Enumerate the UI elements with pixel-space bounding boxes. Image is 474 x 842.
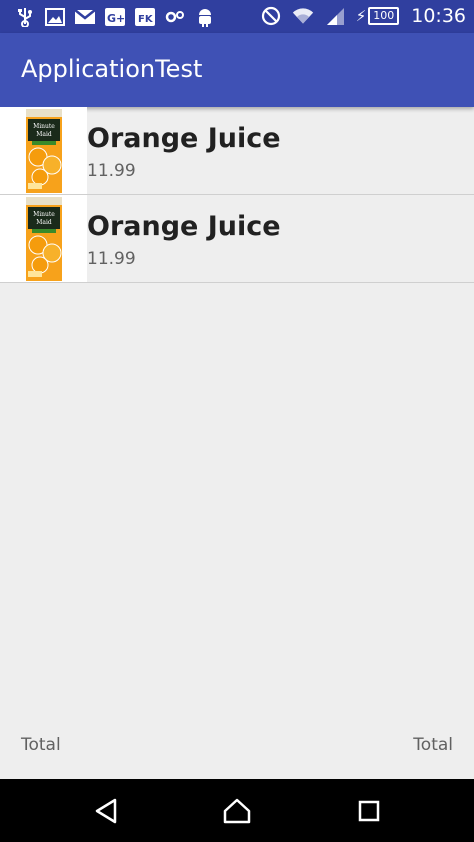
product-price: 11.99	[87, 161, 136, 181]
orange-juice-carton-icon: Minute Maid	[26, 109, 62, 193]
settings-sync-icon	[164, 6, 186, 28]
usb-icon	[14, 6, 36, 28]
total-label-left: Total	[21, 735, 61, 755]
svg-text:Minute: Minute	[33, 123, 55, 130]
product-name: Orange Juice	[87, 211, 281, 242]
total-label-right: Total	[413, 735, 453, 755]
product-thumbnail: Minute Maid	[0, 107, 87, 194]
app-title: ApplicationTest	[21, 55, 203, 83]
svg-text:Maid: Maid	[36, 219, 52, 226]
system-icons: ⚡ 100 10:36	[260, 5, 466, 27]
android-icon	[194, 6, 216, 28]
svg-text:Minute: Minute	[33, 211, 55, 218]
image-icon	[44, 6, 66, 28]
totals-bar: Total Total	[0, 735, 474, 759]
orange-juice-carton-icon: Minute Maid	[26, 197, 62, 281]
battery-charging-icon: ⚡ 100	[356, 7, 400, 25]
svg-text:FK: FK	[138, 14, 154, 25]
do-not-disturb-icon	[260, 5, 282, 27]
status-bar: G+ FK ⚡ 100 10:36	[0, 0, 474, 33]
recents-icon[interactable]	[354, 796, 384, 826]
cell-signal-icon	[324, 5, 346, 27]
product-price: 11.99	[87, 249, 136, 269]
clock: 10:36	[411, 5, 466, 27]
product-name: Orange Juice	[87, 123, 281, 154]
list-item[interactable]: Minute Maid Orange Juice 11.99	[0, 195, 474, 283]
home-icon[interactable]	[222, 796, 252, 826]
gmail-icon	[74, 6, 96, 28]
fk-icon: FK	[134, 6, 156, 28]
list-item[interactable]: Minute Maid Orange Juice 11.99	[0, 107, 474, 195]
app-bar: ApplicationTest	[0, 33, 474, 107]
back-icon[interactable]	[91, 796, 121, 826]
product-thumbnail: Minute Maid	[0, 195, 87, 282]
svg-text:G+: G+	[107, 12, 125, 25]
google-plus-icon: G+	[104, 6, 126, 28]
wifi-icon	[292, 5, 314, 27]
charging-bolt-icon: ⚡	[355, 7, 367, 25]
product-list[interactable]: Minute Maid Orange Juice 11.99 Minute Ma…	[0, 107, 474, 283]
notification-icons: G+ FK	[14, 6, 216, 28]
battery-level: 100	[368, 7, 400, 25]
svg-text:Maid: Maid	[36, 131, 52, 138]
navigation-bar	[0, 779, 474, 842]
